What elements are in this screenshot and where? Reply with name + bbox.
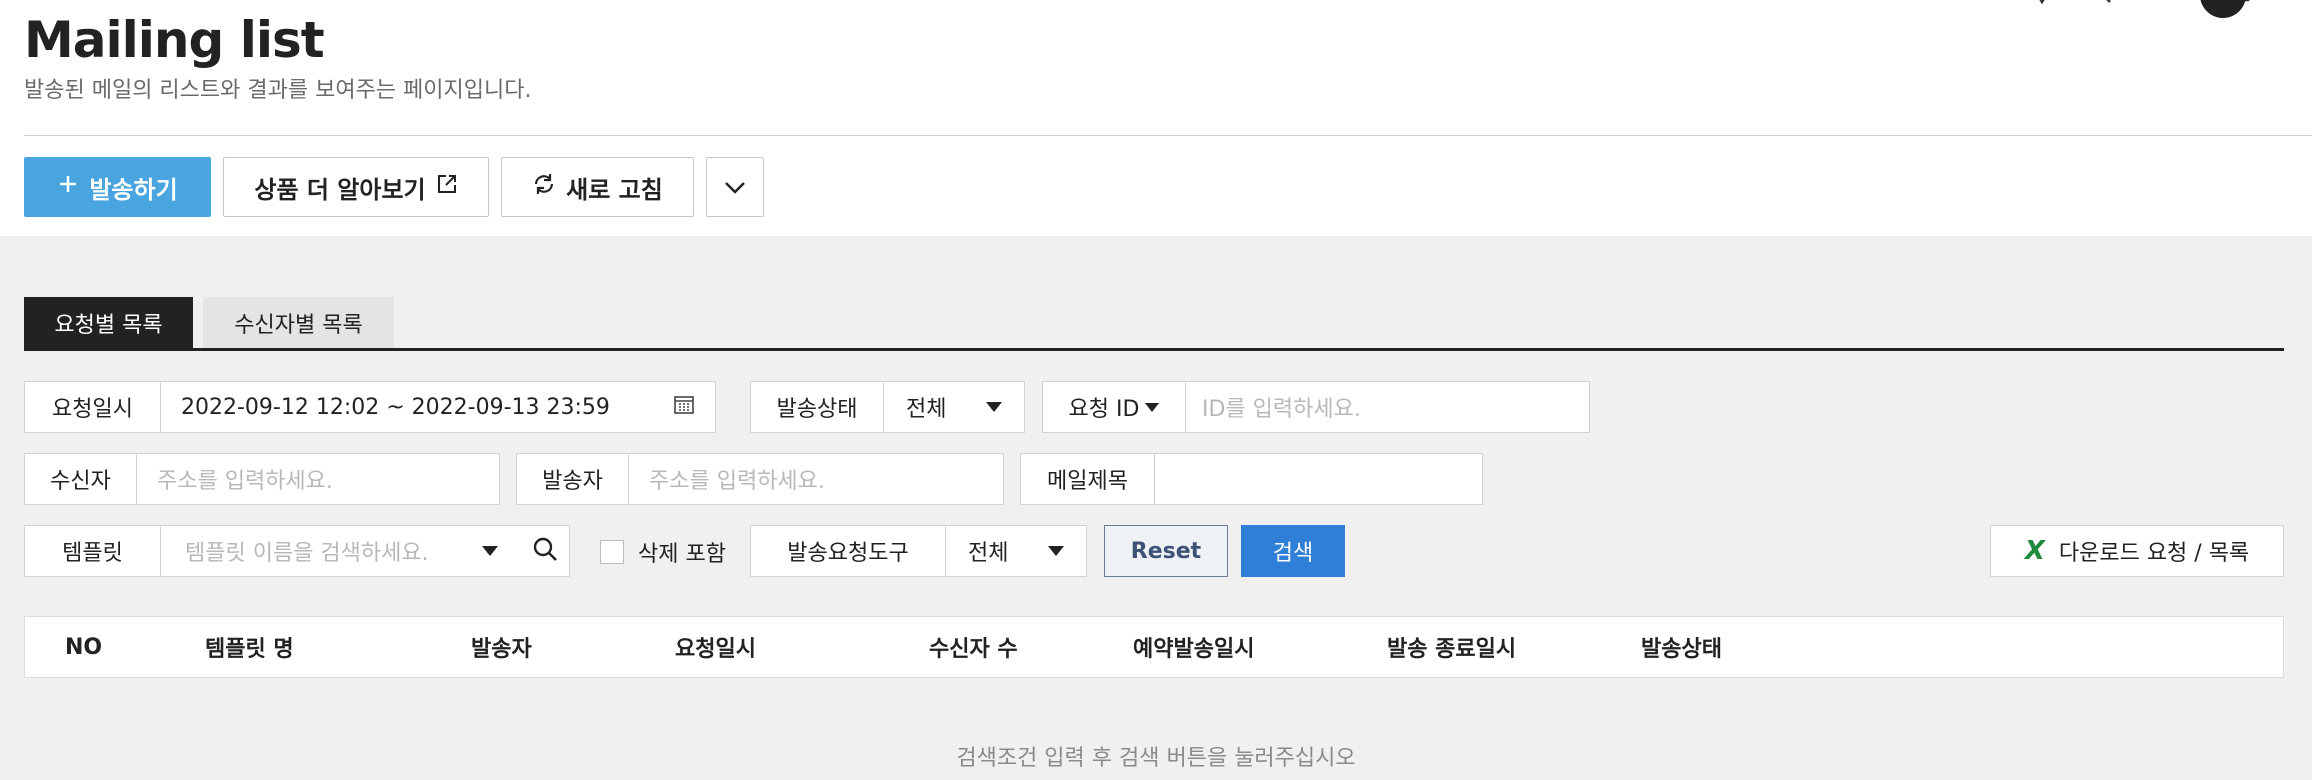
- external-link-icon: [436, 173, 458, 201]
- tab-by-recipient[interactable]: 수신자별 목록: [203, 297, 394, 349]
- column-header-end-date[interactable]: 발송 종료일시: [1387, 617, 1516, 677]
- send-tool-label: 발송요청도구: [751, 526, 946, 576]
- search-icon[interactable]: [2092, 0, 2116, 15]
- send-status-select[interactable]: 전체: [884, 382, 1024, 432]
- empty-table-message: 검색조건 입력 후 검색 버튼을 눌러주십시오: [956, 746, 1356, 771]
- tab-by-request[interactable]: 요청별 목록: [24, 297, 193, 349]
- send-button[interactable]: 발송하기: [24, 157, 211, 217]
- column-header-send-status[interactable]: 발송상태: [1641, 617, 1722, 677]
- mail-subject-input[interactable]: [1155, 454, 1482, 504]
- send-status-label: 발송상태: [751, 382, 884, 432]
- help-icon[interactable]: [2032, 0, 2052, 15]
- request-id-type-select[interactable]: 요청 ID: [1043, 382, 1186, 432]
- mail-subject-filter: 메일제목: [1020, 453, 1483, 505]
- search-icon: [532, 536, 558, 566]
- learn-more-button[interactable]: 상품 더 알아보기: [223, 157, 489, 217]
- template-placeholder: 템플릿 이름을 검색하세요.: [185, 541, 429, 566]
- request-date-value: 2022-09-12 12:02 ~ 2022-09-13 23:59: [181, 394, 610, 420]
- recipient-filter: 수신자 주소를 입력하세요.: [24, 453, 500, 505]
- download-button[interactable]: X 다운로드 요청 / 목록: [1990, 525, 2284, 577]
- caret-down-icon: [986, 402, 1002, 412]
- column-header-scheduled-date[interactable]: 예약발송일시: [1133, 617, 1254, 677]
- send-status-filter: 발송상태 전체: [750, 381, 1025, 433]
- sender-filter: 발송자 주소를 입력하세요.: [516, 453, 1004, 505]
- list-tabs: 요청별 목록 수신자별 목록: [24, 297, 394, 349]
- column-header-sender[interactable]: 발송자: [471, 617, 532, 677]
- template-label: 템플릿: [25, 526, 161, 576]
- learn-more-label: 상품 더 알아보기: [254, 175, 426, 204]
- tabs-underline: [24, 348, 2284, 351]
- plus-icon: [57, 173, 79, 201]
- request-date-input[interactable]: 2022-09-12 12:02 ~ 2022-09-13 23:59: [161, 382, 715, 432]
- recipient-input[interactable]: 주소를 입력하세요.: [137, 454, 499, 504]
- column-header-template-name[interactable]: 템플릿 명: [205, 617, 294, 677]
- refresh-icon: [532, 172, 556, 202]
- request-date-label: 요청일시: [25, 382, 161, 432]
- header-divider: [24, 135, 2312, 136]
- recipient-label: 수신자: [25, 454, 137, 504]
- caret-down-icon: [1048, 546, 1064, 556]
- column-header-recipient-count[interactable]: 수신자 수: [929, 617, 1018, 677]
- search-button[interactable]: 검색: [1241, 525, 1345, 577]
- send-status-value: 전체: [906, 397, 947, 422]
- page-title: Mailing list: [24, 11, 325, 69]
- send-tool-select[interactable]: 전체: [946, 526, 1086, 576]
- avatar[interactable]: [2200, 0, 2246, 18]
- sender-input[interactable]: 주소를 입력하세요.: [629, 454, 1003, 504]
- refresh-button[interactable]: 새로 고침: [501, 157, 694, 217]
- template-select[interactable]: 템플릿 이름을 검색하세요.: [161, 526, 520, 576]
- download-label: 다운로드 요청 / 목록: [2058, 541, 2250, 566]
- column-header-no[interactable]: NO: [65, 617, 102, 677]
- send-tool-filter: 발송요청도구 전체: [750, 525, 1087, 577]
- refresh-label: 새로 고침: [566, 175, 663, 204]
- excel-icon: X: [2024, 536, 2045, 566]
- request-id-filter: 요청 ID ID를 입력하세요.: [1042, 381, 1590, 433]
- more-dropdown-button[interactable]: [706, 157, 764, 217]
- menu-icon[interactable]: [2156, 0, 2184, 15]
- calendar-icon[interactable]: [673, 393, 695, 421]
- column-header-request-date[interactable]: 요청일시: [675, 617, 756, 677]
- caret-down-icon: [482, 546, 498, 556]
- reset-button[interactable]: Reset: [1104, 525, 1228, 577]
- send-tool-value: 전체: [968, 541, 1009, 566]
- request-date-filter: 요청일시 2022-09-12 12:02 ~ 2022-09-13 23:59: [24, 381, 716, 433]
- request-id-label: 요청 ID: [1068, 397, 1140, 422]
- template-filter: 템플릿 템플릿 이름을 검색하세요.: [24, 525, 521, 577]
- action-bar: 발송하기 상품 더 알아보기 새로 고침: [24, 157, 764, 217]
- caret-down-icon: [1145, 402, 1160, 412]
- table-header: NO 템플릿 명 발송자 요청일시 수신자 수 예약발송일시 발송 종료일시 발…: [24, 616, 2284, 678]
- include-deleted-checkbox[interactable]: [600, 540, 624, 564]
- mail-subject-label: 메일제목: [1021, 454, 1155, 504]
- chevron-down-icon: [724, 173, 746, 201]
- include-deleted-option[interactable]: 삭제 포함: [600, 536, 726, 568]
- page-subtitle: 발송된 메일의 리스트와 결과를 보여주는 페이지입니다.: [24, 78, 532, 103]
- mailing-list-page: Mailing list 발송된 메일의 리스트와 결과를 보여주는 페이지입니…: [0, 0, 2312, 780]
- template-search-button[interactable]: [520, 525, 570, 577]
- sender-label: 발송자: [517, 454, 629, 504]
- request-id-input[interactable]: ID를 입력하세요.: [1186, 382, 1589, 432]
- send-button-label: 발송하기: [89, 175, 178, 204]
- include-deleted-label: 삭제 포함: [638, 542, 726, 567]
